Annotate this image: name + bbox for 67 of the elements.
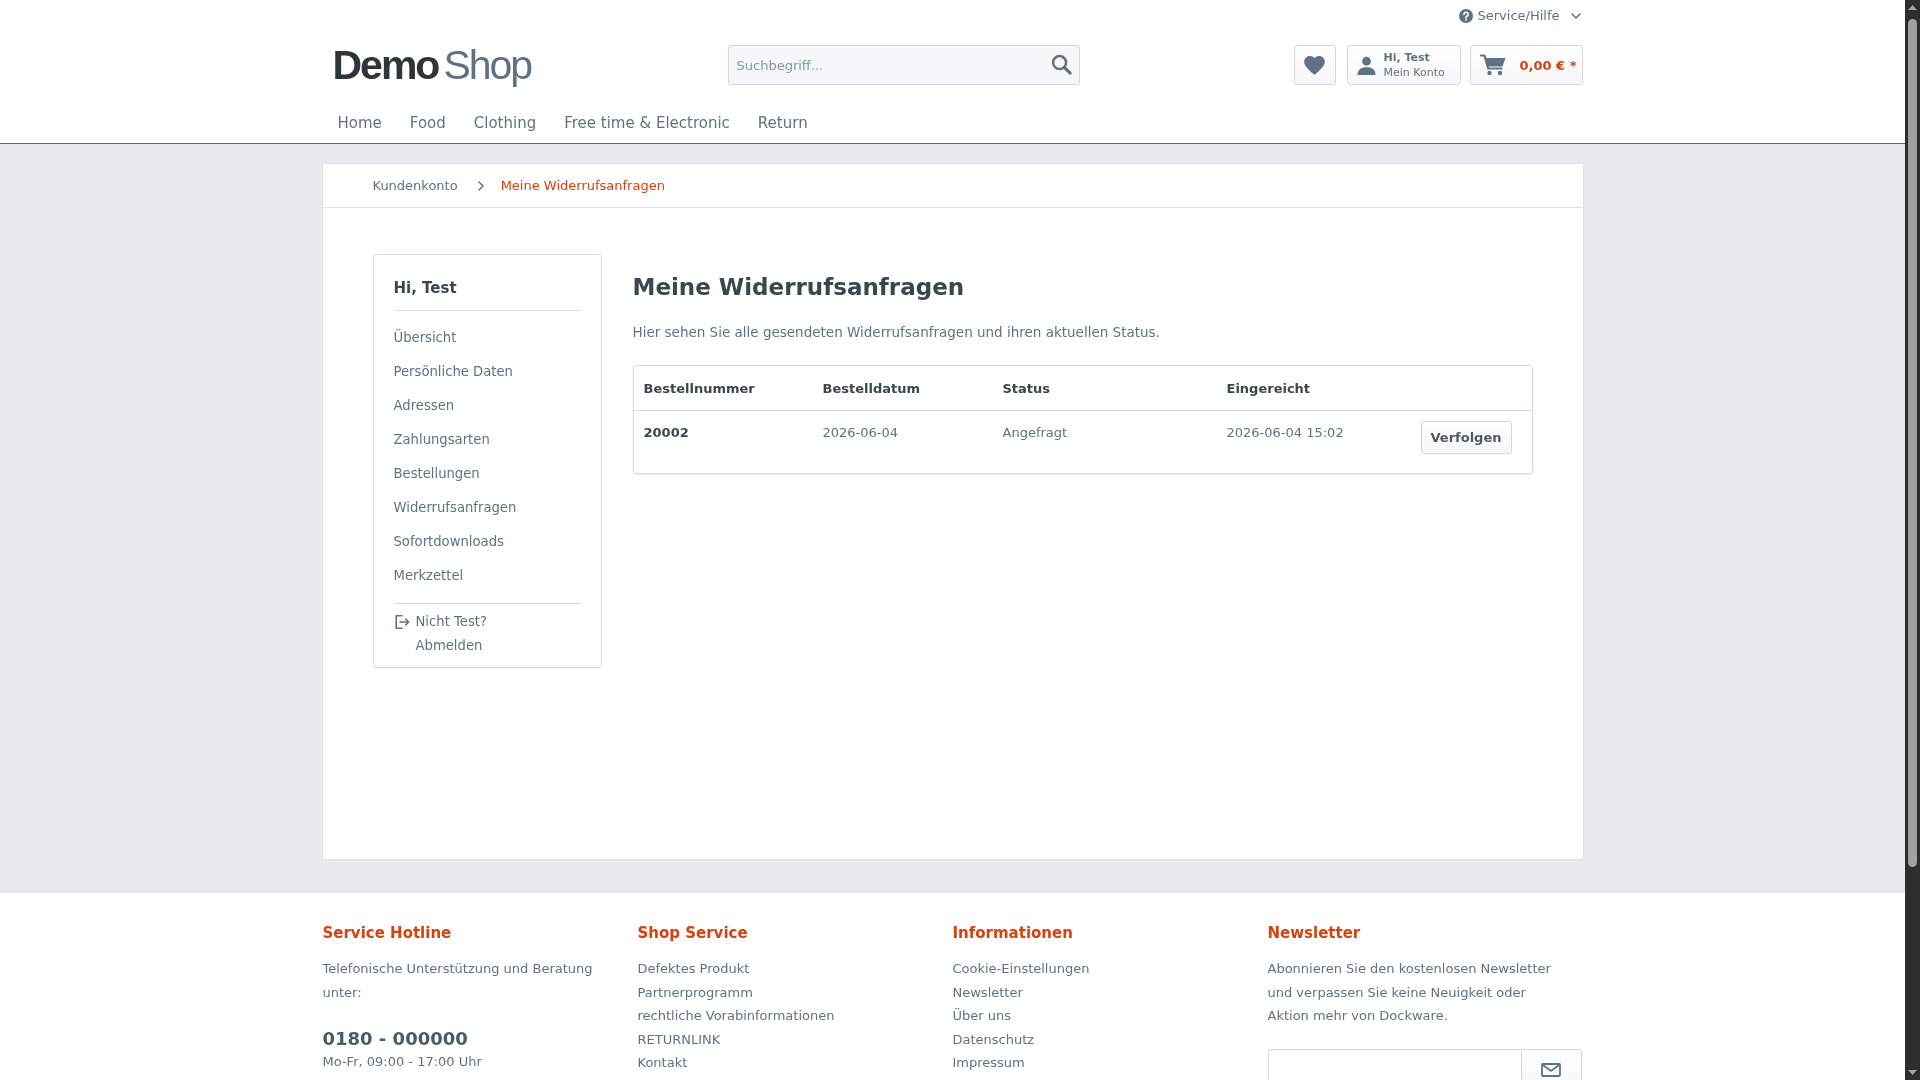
footer-link[interactable]: Newsletter — [952, 980, 1023, 1005]
shop-logo[interactable]: DemoShop — [332, 45, 532, 85]
nav-link[interactable]: Clothing — [459, 100, 551, 143]
hotline-text: Telefonische Unterstützung und Beratung unter: — [322, 960, 594, 1002]
newsletter-submit-button[interactable] — [1520, 1048, 1582, 1080]
scroll-down-icon[interactable] — [1908, 1070, 1917, 1075]
footer-link[interactable]: Partnerprogramm — [637, 980, 753, 1005]
breadcrumb-link[interactable]: Kundenkonto — [372, 175, 458, 196]
search-field[interactable]: Suchbegriff... — [727, 45, 1080, 85]
footer-link[interactable]: rechtliche Vorabinformationen — [637, 1004, 835, 1028]
table-cell-text: 20002 — [643, 424, 689, 442]
footer-heading: Newsletter — [1267, 923, 1361, 944]
table-cell-text: 2026-06-04 15:02 — [1226, 424, 1344, 442]
footer-link[interactable]: RETURNLINK — [637, 1027, 721, 1052]
search-icon[interactable] — [1050, 54, 1072, 75]
account-button[interactable]: Hi, Test Mein Konto — [1346, 45, 1461, 85]
nav-link[interactable]: Free time & Electronic — [550, 100, 744, 143]
chevron-right-icon — [477, 180, 484, 191]
page-title: Meine Widerrufsanfragen — [632, 273, 965, 302]
logout-link[interactable]: Nicht Test? Abmelden — [393, 610, 487, 658]
breadcrumb-link[interactable]: Meine Widerrufsanfragen — [500, 175, 665, 196]
newsletter-text: Abonnieren Sie den kostenlosen Newsletter und verpassen Sie keine Neuigkeit oder Aktion mehr von Dockware. — [1267, 960, 1552, 1026]
heart-icon — [1304, 55, 1325, 75]
nav-link[interactable]: Food — [395, 100, 460, 143]
table-cell-text: 2026-06-04 — [822, 424, 899, 442]
email-field[interactable] — [1267, 1048, 1521, 1080]
scrollbar[interactable] — [1905, 0, 1920, 1080]
column-header: Bestelldatum — [822, 380, 920, 396]
scrollbar-thumb[interactable] — [1908, 19, 1917, 867]
sidebar-link[interactable]: Adressen — [393, 389, 455, 423]
nav-link[interactable]: Home — [323, 100, 396, 143]
sidebar-link[interactable]: Widerrufsanfragen — [393, 491, 517, 525]
footer-link[interactable]: Datenschutz — [952, 1027, 1035, 1052]
service-menu[interactable]: Service/Hilfe — [1458, 7, 1583, 25]
hotline-phone: 0180 - 000000 — [322, 1027, 468, 1052]
logout-icon — [393, 614, 410, 630]
page-description: Hier sehen Sie alle gesendeten Widerrufsanfragen und ihren aktuellen Status. — [632, 323, 1161, 342]
track-button[interactable]: Verfolgen — [1420, 421, 1512, 454]
footer-link[interactable]: Impressum — [952, 1051, 1025, 1075]
sidebar-link[interactable]: Zahlungsarten — [393, 423, 490, 457]
cart-icon — [1479, 54, 1506, 76]
sidebar-link[interactable]: Übersicht — [393, 321, 457, 355]
table-cell-text: Angefragt — [1002, 424, 1068, 442]
hotline-hours: Mo-Fr, 09:00 - 17:00 Uhr — [322, 1053, 482, 1072]
footer-link[interactable]: Kontakt — [637, 1051, 688, 1075]
cart-button[interactable]: 0,00 € * — [1469, 45, 1583, 85]
scroll-up-icon[interactable] — [1908, 5, 1917, 10]
sidebar-greeting: Hi, Test — [393, 278, 457, 299]
mail-icon — [1541, 1062, 1561, 1077]
footer-link[interactable]: Cookie-Einstellungen — [952, 957, 1090, 981]
footer-heading: Service Hotline — [322, 923, 452, 944]
column-header: Status — [1002, 380, 1051, 396]
nav-link[interactable]: Return — [743, 100, 822, 143]
footer-link[interactable]: Defektes Produkt — [637, 957, 750, 981]
sidebar-link[interactable]: Sofortdownloads — [393, 525, 504, 559]
column-header: Bestellnummer — [643, 380, 755, 396]
sidebar-link[interactable]: Merkzettel — [393, 559, 464, 593]
chevron-down-icon — [1570, 13, 1581, 19]
column-header: Eingereicht — [1226, 380, 1311, 396]
person-icon — [1356, 55, 1376, 75]
footer-link[interactable]: Über uns — [952, 1004, 1011, 1028]
footer-heading: Informationen — [952, 923, 1073, 944]
sidebar-link[interactable]: Bestellungen — [393, 457, 480, 491]
wishlist-button[interactable] — [1293, 45, 1336, 85]
sidebar-link[interactable]: Persönliche Daten — [393, 355, 513, 389]
help-icon — [1458, 9, 1473, 23]
footer-heading: Shop Service — [637, 923, 748, 944]
